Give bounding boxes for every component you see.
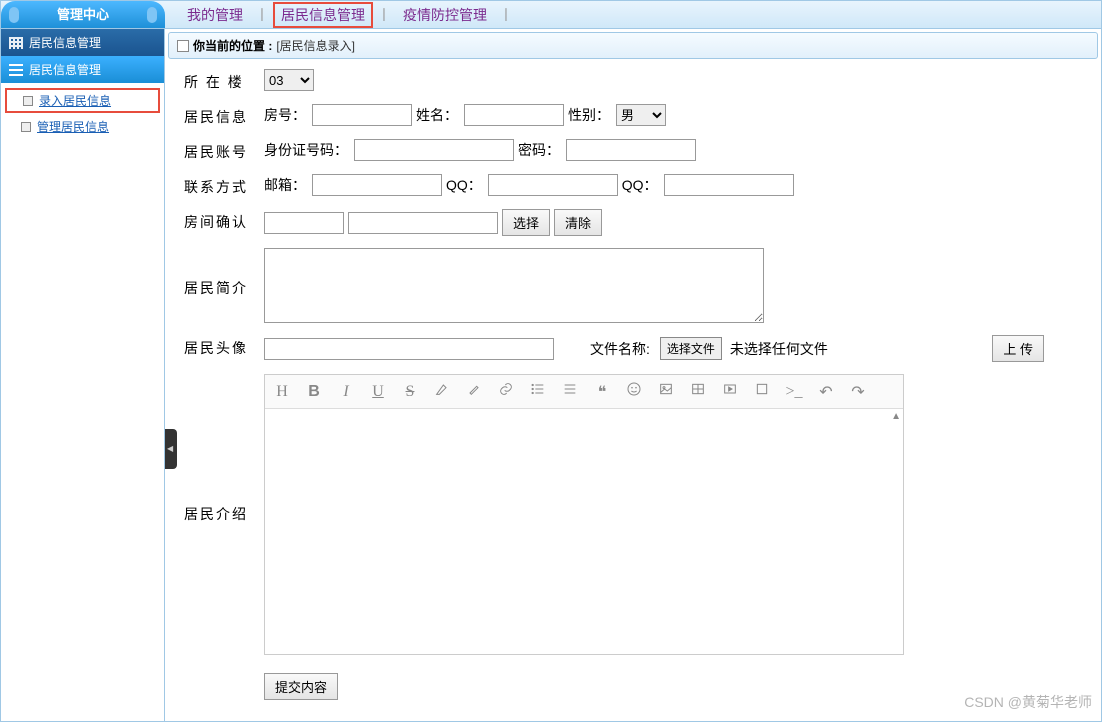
list-icon[interactable] — [529, 381, 547, 402]
label-contact: 联系方式 — [174, 174, 264, 197]
label-brief: 居民简介 — [174, 248, 264, 298]
emoji-icon[interactable] — [625, 381, 643, 402]
bars-icon — [9, 64, 23, 76]
input-room-confirm-2[interactable] — [348, 212, 498, 234]
label-idcard: 身份证号码： — [264, 140, 348, 160]
image-icon[interactable] — [657, 381, 675, 402]
label-name: 姓名： — [416, 105, 458, 125]
input-room[interactable] — [312, 104, 412, 126]
file-status-text: 未选择任何文件 — [730, 339, 828, 359]
sidebar-item-manage-resident[interactable]: 管理居民信息 — [1, 114, 164, 139]
select-gender[interactable]: 男 — [616, 104, 666, 126]
input-room-confirm-1[interactable] — [264, 212, 344, 234]
table-icon[interactable] — [689, 381, 707, 402]
nav-epidemic-control[interactable]: 疫情防控管理 — [395, 5, 495, 25]
sidebar-group-header-active[interactable]: 居民信息管理 — [1, 56, 164, 83]
input-qq2[interactable] — [664, 174, 794, 196]
strikethrough-icon[interactable]: S — [401, 383, 419, 401]
label-room: 房号： — [264, 105, 306, 125]
label-intro: 居民介绍 — [174, 374, 264, 524]
bold-icon[interactable]: B — [305, 383, 323, 401]
top-bar: 管理中心 我的管理 丨 居民信息管理 丨 疫情防控管理 丨 — [1, 1, 1101, 29]
select-button[interactable]: 选择 — [502, 209, 550, 236]
label-resident-info: 居民信息 — [174, 104, 264, 127]
scroll-indicator-icon: ▲ — [891, 411, 901, 422]
undo-icon[interactable]: ↶ — [817, 382, 835, 402]
code-icon[interactable]: >_ — [785, 383, 803, 401]
breadcrumb-icon — [177, 40, 189, 52]
label-room-confirm: 房间确认 — [174, 209, 264, 232]
marker-icon[interactable] — [433, 381, 451, 402]
fullscreen-icon[interactable] — [753, 381, 771, 402]
brush-icon[interactable] — [465, 381, 483, 402]
nav-separator: 丨 — [251, 5, 273, 25]
textarea-brief[interactable] — [264, 248, 764, 323]
bullet-icon — [21, 122, 31, 132]
editor-toolbar: H B I U S ❝ — [265, 375, 903, 409]
sidebar-group-label: 居民信息管理 — [29, 61, 101, 78]
nav-resident-info[interactable]: 居民信息管理 — [273, 2, 373, 28]
sidebar-link[interactable]: 录入居民信息 — [39, 92, 111, 109]
label-password: 密码： — [518, 140, 560, 160]
nav-my-management[interactable]: 我的管理 — [179, 5, 251, 25]
form-area: 所 在 楼 03 居民信息 房号： 姓名： 性别： — [168, 59, 1098, 718]
sidebar-collapse-handle[interactable] — [165, 429, 177, 469]
rich-text-editor: H B I U S ❝ — [264, 374, 904, 655]
select-building[interactable]: 03 — [264, 69, 314, 91]
input-qq1[interactable] — [488, 174, 618, 196]
sidebar-title: 管理中心 — [1, 1, 165, 28]
sidebar-link[interactable]: 管理居民信息 — [37, 118, 109, 135]
breadcrumb-path: [居民信息录入] — [276, 37, 355, 54]
nav-separator: 丨 — [373, 5, 395, 25]
sidebar: 居民信息管理 居民信息管理 录入居民信息 管理居民信息 — [1, 29, 165, 721]
label-account: 居民账号 — [174, 139, 264, 162]
top-nav: 我的管理 丨 居民信息管理 丨 疫情防控管理 丨 — [165, 2, 517, 28]
sidebar-group-label: 居民信息管理 — [29, 34, 101, 51]
upload-button[interactable]: 上 传 — [992, 335, 1044, 362]
redo-icon[interactable]: ↷ — [849, 382, 867, 402]
input-idcard[interactable] — [354, 139, 514, 161]
editor-body[interactable]: ▲ — [265, 409, 903, 654]
submit-button[interactable]: 提交内容 — [264, 673, 338, 700]
input-name[interactable] — [464, 104, 564, 126]
underline-icon[interactable]: U — [369, 383, 387, 401]
sidebar-item-input-resident[interactable]: 录入居民信息 — [5, 88, 160, 113]
label-qq2: QQ： — [622, 175, 658, 195]
bullet-icon — [23, 96, 33, 106]
breadcrumb: 你当前的位置 : [居民信息录入] — [168, 32, 1098, 59]
align-icon[interactable] — [561, 381, 579, 402]
grid-icon — [9, 37, 23, 49]
link-icon[interactable] — [497, 381, 515, 402]
quote-icon[interactable]: ❝ — [593, 382, 611, 402]
label-gender: 性别： — [568, 105, 610, 125]
heading-icon[interactable]: H — [273, 383, 291, 401]
choose-file-button[interactable]: 选择文件 — [660, 337, 722, 360]
nav-separator: 丨 — [495, 5, 517, 25]
input-email[interactable] — [312, 174, 442, 196]
label-qq1: QQ： — [446, 175, 482, 195]
clear-button[interactable]: 清除 — [554, 209, 602, 236]
label-email: 邮箱： — [264, 175, 306, 195]
breadcrumb-label: 你当前的位置 : — [193, 37, 272, 54]
italic-icon[interactable]: I — [337, 383, 355, 401]
input-password[interactable] — [566, 139, 696, 161]
video-icon[interactable] — [721, 381, 739, 402]
main-content: 你当前的位置 : [居民信息录入] 所 在 楼 03 居民信息 — [165, 29, 1101, 721]
label-building: 所 在 楼 — [174, 69, 264, 92]
input-avatar-path[interactable] — [264, 338, 554, 360]
sidebar-group-header[interactable]: 居民信息管理 — [1, 29, 164, 56]
label-avatar: 居民头像 — [174, 335, 264, 358]
label-filename: 文件名称: — [590, 339, 650, 359]
